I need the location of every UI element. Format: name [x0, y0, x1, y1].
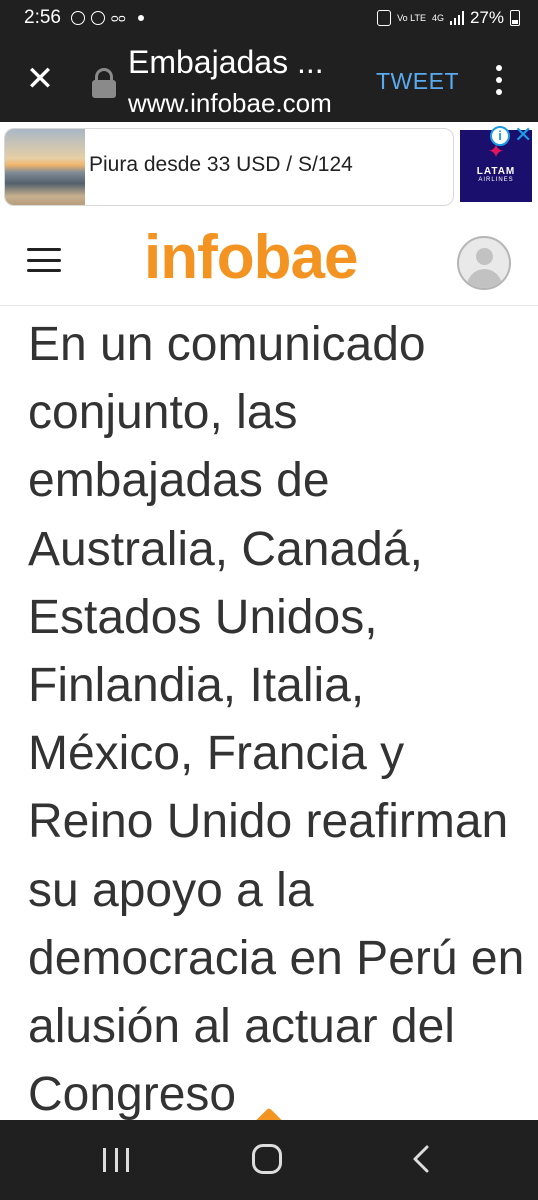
network-type: 4G — [431, 12, 444, 23]
latam-name: LATAM — [476, 166, 516, 177]
recent-apps-icon[interactable] — [103, 1148, 129, 1172]
ad-info-icon[interactable]: i — [490, 126, 510, 146]
status-notification-icons: ᴑᴑ — [70, 11, 144, 25]
tweet-button[interactable]: TWEET — [376, 68, 459, 95]
site-logo[interactable]: infobae — [144, 222, 358, 293]
signal-icon — [449, 11, 464, 25]
ad-banner[interactable]: Piura desde 33 USD / S/124 ✦ LATAM AIRLI… — [0, 122, 538, 214]
vpn-icon — [90, 11, 105, 25]
site-header: infobae — [0, 214, 538, 306]
ad-card[interactable]: Piura desde 33 USD / S/124 — [4, 128, 454, 206]
page-url[interactable]: www.infobae.com — [128, 88, 332, 119]
ad-text: Piura desde 33 USD / S/124 — [89, 153, 353, 176]
volte-label: Vo LTE — [397, 12, 426, 23]
custom-tab-toolbar: ✕ Embajadas ... www.infobae.com TWEET — [0, 36, 538, 122]
more-options-icon[interactable] — [492, 62, 506, 98]
voicemail-icon: ᴑᴑ — [110, 11, 126, 25]
rpp-app-icon — [70, 11, 85, 25]
menu-icon[interactable] — [27, 248, 61, 272]
alarm-icon — [377, 10, 392, 26]
latam-subtitle: AIRLINES — [478, 177, 514, 183]
status-bar: 2:56 ᴑᴑ Vo LTE 4G 27% — [0, 0, 538, 36]
ad-close-icon[interactable]: ✕ — [514, 124, 532, 146]
home-icon[interactable] — [252, 1144, 282, 1174]
notification-dot — [137, 15, 144, 21]
battery-percent: 27% — [469, 8, 504, 27]
close-icon[interactable]: ✕ — [22, 62, 58, 98]
article-paragraph: En un comunicado conjunto, las embajadas… — [28, 318, 525, 1120]
ad-beach-image — [5, 129, 85, 205]
scroll-up-icon[interactable] — [252, 1102, 288, 1120]
user-avatar-icon[interactable] — [457, 236, 511, 290]
status-system-icons: Vo LTE 4G 27% — [377, 8, 520, 28]
page-title: Embajadas ... — [128, 44, 324, 80]
article-content: En un comunicado conjunto, las embajadas… — [0, 306, 538, 1120]
back-icon[interactable] — [410, 1144, 432, 1174]
status-time: 2:56 — [24, 7, 61, 28]
battery-icon — [510, 10, 520, 26]
lock-icon[interactable] — [90, 68, 118, 98]
system-nav-bar — [0, 1120, 538, 1200]
